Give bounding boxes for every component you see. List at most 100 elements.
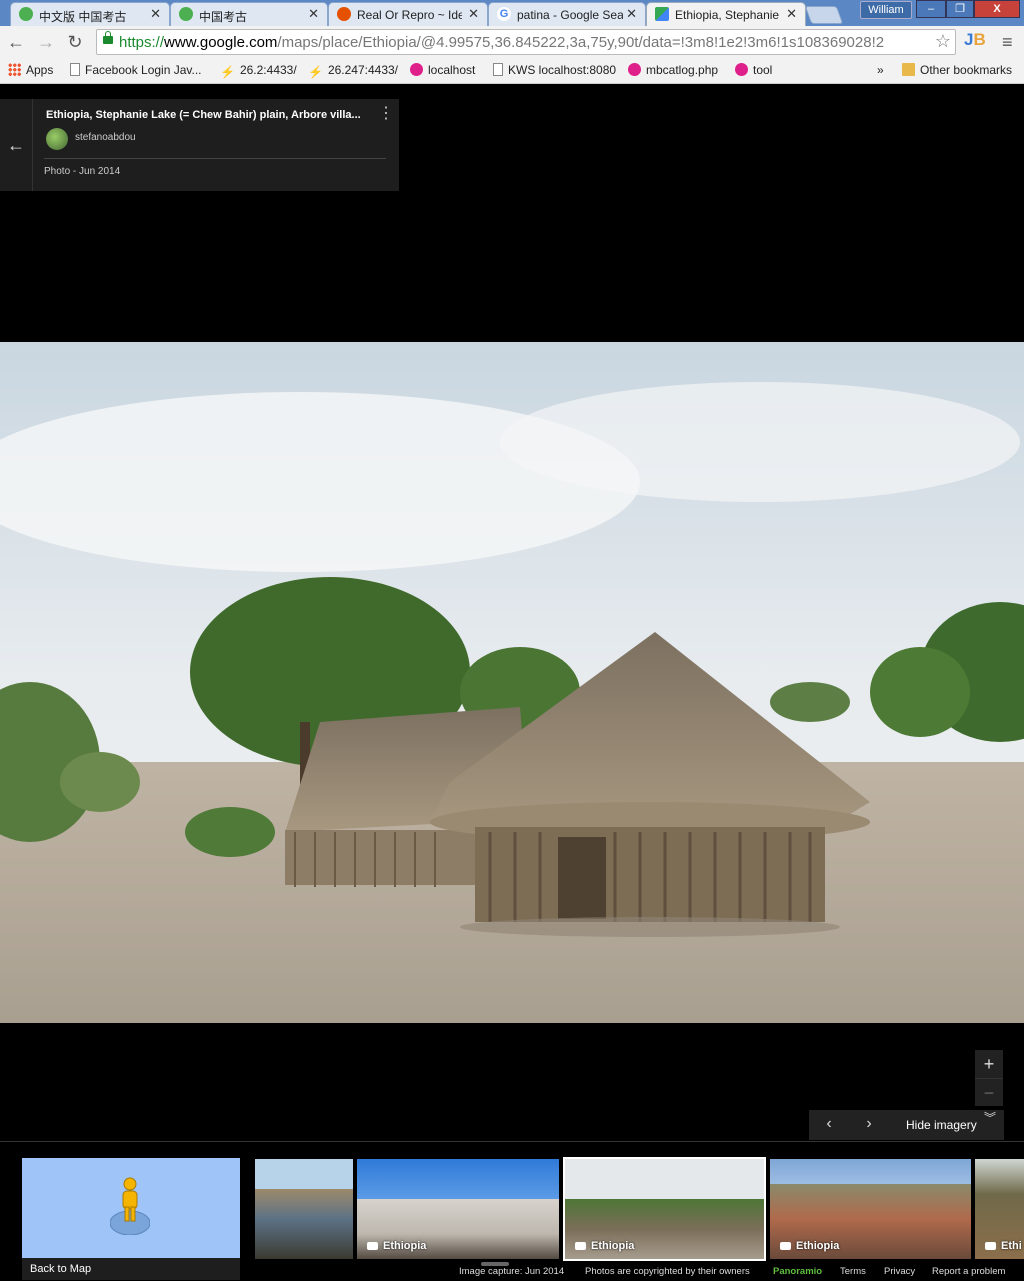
more-options-icon[interactable]: ⋮ bbox=[378, 106, 394, 122]
close-tab-icon[interactable]: ✕ bbox=[626, 6, 637, 22]
maps-favicon-icon bbox=[655, 7, 669, 21]
bookmark-apps[interactable]: Apps bbox=[8, 63, 53, 77]
browser-toolbar: ← → ↻ https://www.google.com/maps/place/… bbox=[0, 26, 1024, 58]
profile-button[interactable]: William bbox=[860, 1, 912, 19]
close-tab-icon[interactable]: ✕ bbox=[786, 6, 797, 22]
url-text[interactable]: https://www.google.com/maps/place/Ethiop… bbox=[119, 34, 929, 51]
photo-title: Ethiopia, Stephanie Lake (= Chew Bahir) … bbox=[46, 109, 361, 121]
thumbnail-label: Ethiopia bbox=[780, 1240, 839, 1252]
bookmark-kws-localhost[interactable]: KWS localhost:8080 bbox=[493, 63, 616, 77]
zoom-out-button[interactable]: − bbox=[975, 1078, 1003, 1106]
url-path: /maps/place/Ethiopia/@4.99575,36.845222,… bbox=[277, 34, 885, 51]
thumbnail-5[interactable]: Ethi bbox=[975, 1159, 1024, 1259]
close-tab-icon[interactable]: ✕ bbox=[468, 6, 479, 22]
new-tab-button[interactable] bbox=[804, 6, 844, 24]
tab-5-active[interactable]: Ethiopia, Stephanie ✕ bbox=[646, 2, 806, 26]
bookmark-star-icon[interactable]: ☆ bbox=[935, 31, 951, 52]
thumbnail-label: Ethi bbox=[985, 1240, 1022, 1252]
page-icon bbox=[493, 63, 503, 76]
apps-icon bbox=[8, 63, 21, 76]
photo-date: Photo - Jun 2014 bbox=[44, 166, 121, 177]
ext-letter-b: B bbox=[973, 30, 986, 49]
zoom-control: + − bbox=[975, 1050, 1003, 1106]
panoramio-logo[interactable]: Panoramio bbox=[773, 1266, 822, 1277]
tab-4[interactable]: G patina - Google Sea ✕ bbox=[488, 2, 646, 26]
other-bookmarks[interactable]: Other bookmarks bbox=[902, 63, 1012, 77]
main-photo[interactable] bbox=[0, 342, 1024, 1023]
globe-favicon-icon bbox=[19, 7, 33, 21]
pin-icon: ⚡ bbox=[220, 65, 235, 79]
jetbrains-extension-icon[interactable]: JB bbox=[964, 30, 986, 50]
back-to-map-button[interactable]: Back to Map bbox=[22, 1158, 240, 1280]
report-problem-link[interactable]: Report a problem bbox=[932, 1266, 1005, 1277]
bookmark-label: localhost bbox=[428, 63, 476, 77]
bookmark-label: mbcatlog.php bbox=[646, 63, 719, 77]
other-bookmarks-label: Other bookmarks bbox=[920, 63, 1013, 77]
image-capture-date: Image capture: Jun 2014 bbox=[459, 1266, 565, 1277]
page-icon bbox=[70, 63, 80, 76]
mb-icon bbox=[410, 63, 423, 76]
divider bbox=[44, 158, 386, 159]
close-tab-icon[interactable]: ✕ bbox=[308, 6, 319, 22]
google-favicon-icon: G bbox=[497, 7, 511, 21]
bookmark-26-2[interactable]: ⚡ 26.2:4433/ bbox=[220, 63, 297, 79]
mb-icon bbox=[735, 63, 748, 76]
tab-3[interactable]: Real Or Repro ~ Ide ✕ bbox=[328, 2, 488, 26]
tab-title: 中国考古 bbox=[199, 10, 248, 24]
next-image-button[interactable]: › bbox=[859, 1115, 879, 1133]
folder-icon bbox=[902, 63, 915, 76]
forward-button[interactable]: → bbox=[34, 30, 58, 54]
zoom-in-button[interactable]: + bbox=[975, 1050, 1003, 1078]
thumbnail-label: Ethiopia bbox=[575, 1240, 634, 1252]
thumbnail-1[interactable] bbox=[255, 1159, 353, 1259]
reload-button[interactable]: ↻ bbox=[63, 30, 87, 54]
tab-title: Real Or Repro ~ Ide bbox=[357, 8, 462, 22]
chevron-down-icon[interactable]: ︾ bbox=[984, 1112, 996, 1124]
avatar[interactable] bbox=[46, 128, 68, 150]
mb-icon bbox=[628, 63, 641, 76]
thumbnail-2[interactable]: Ethiopia bbox=[357, 1159, 559, 1259]
bookmark-label: Apps bbox=[26, 63, 54, 77]
bookmark-mbcatlog[interactable]: mbcatlog.php bbox=[628, 63, 718, 77]
tab-title: Ethiopia, Stephanie bbox=[675, 8, 779, 22]
minimize-button[interactable]: – bbox=[916, 0, 946, 18]
huts-photo-image bbox=[0, 342, 1024, 1023]
back-arrow-button[interactable]: ← bbox=[0, 99, 33, 191]
bookmark-facebook-login[interactable]: Facebook Login Jav... bbox=[70, 63, 202, 77]
bookmark-label: tool bbox=[753, 63, 773, 77]
chrome-menu-icon[interactable]: ≡ bbox=[1002, 32, 1013, 53]
thumbnail-3-selected[interactable]: Ethiopia bbox=[563, 1157, 766, 1261]
terms-link[interactable]: Terms bbox=[840, 1266, 866, 1277]
close-tab-icon[interactable]: ✕ bbox=[150, 6, 161, 22]
copyright-notice: Photos are copyrighted by their owners bbox=[585, 1266, 750, 1277]
bookmark-localhost[interactable]: localhost bbox=[410, 63, 475, 77]
close-window-button[interactable]: X bbox=[974, 0, 1020, 18]
privacy-link[interactable]: Privacy bbox=[884, 1266, 915, 1277]
back-button[interactable]: ← bbox=[4, 30, 28, 54]
hide-imagery-button[interactable]: Hide imagery bbox=[906, 1118, 977, 1132]
lock-icon bbox=[103, 31, 113, 44]
bookmarks-bar: Apps Facebook Login Jav... ⚡ 26.2:4433/ ⚡… bbox=[0, 58, 1024, 84]
tab-title: patina - Google Sea bbox=[517, 8, 623, 22]
bookmark-label: Facebook Login Jav... bbox=[85, 63, 202, 77]
restore-button[interactable]: ❐ bbox=[946, 0, 974, 18]
bookmark-26-247[interactable]: ⚡ 26.247:4433/ bbox=[308, 63, 398, 79]
bookmark-label: 26.247:4433/ bbox=[327, 63, 399, 77]
globe-favicon-icon bbox=[179, 7, 193, 21]
bookmarks-overflow-button[interactable]: » bbox=[877, 63, 884, 77]
thumbnail-4[interactable]: Ethiopia bbox=[770, 1159, 971, 1259]
pin-icon: ⚡ bbox=[308, 65, 323, 79]
tab-2[interactable]: 中国考古 ✕ bbox=[170, 2, 328, 26]
tab-1[interactable]: 中文版 中国考古 ✕ bbox=[10, 2, 170, 26]
tab-title: 中文版 中国考古 bbox=[39, 10, 127, 24]
photo-author[interactable]: stefanoabdou bbox=[75, 132, 136, 143]
photo-info-card: ← Ethiopia, Stephanie Lake (= Chew Bahir… bbox=[0, 99, 399, 191]
imagery-nav-bar: ‹ › Hide imagery ︾ bbox=[809, 1110, 1004, 1140]
url-host: www.google.com bbox=[164, 34, 278, 51]
site-favicon-icon bbox=[337, 7, 351, 21]
address-bar[interactable]: https://www.google.com/maps/place/Ethiop… bbox=[96, 29, 956, 55]
bookmark-label: 26.2:4433/ bbox=[239, 63, 297, 77]
bookmark-label: KWS localhost:8080 bbox=[508, 63, 617, 77]
previous-image-button[interactable]: ‹ bbox=[819, 1115, 839, 1133]
bookmark-tool[interactable]: tool bbox=[735, 63, 772, 77]
